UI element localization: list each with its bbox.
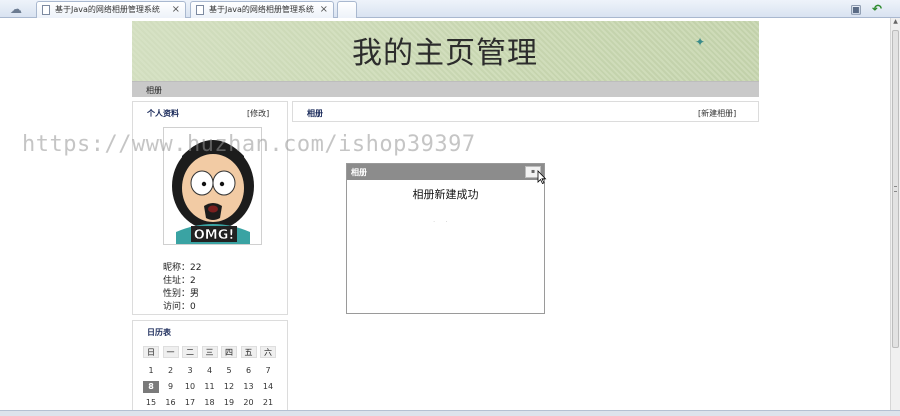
dialog-title: 相册 [351,168,367,177]
butterfly-icon: ✦ [695,35,706,49]
calendar-day[interactable]: 13 [241,381,257,393]
back-arrow-icon[interactable]: ↶ [870,2,884,16]
new-album-link[interactable]: [新建相册] [698,108,736,119]
document-icon [196,5,204,15]
scroll-up-icon[interactable]: ▲ [891,18,900,28]
gender-row: 性别：男 [163,286,199,299]
broken-image-icon: ▪ [530,168,536,175]
dialog-title-bar: 相册 ▪ [347,164,544,180]
home-icon[interactable]: ☁ [8,2,24,16]
vertical-scrollbar[interactable]: ▲ [890,18,900,410]
calendar-day[interactable]: 2 [163,365,179,377]
calendar-day[interactable]: 20 [241,397,257,409]
close-tab-icon[interactable]: × [320,2,328,18]
calendar-weekday: 一 [162,346,179,358]
calendar-weekday: 三 [201,346,218,358]
calendar-day[interactable]: 9 [163,381,179,393]
calendar-day[interactable]: 7 [260,365,276,377]
page-banner: 我的主页管理 ✦ [132,21,759,81]
edit-profile-link[interactable]: [修改] [247,108,269,119]
calendar-weekday: 日 [143,346,159,358]
calendar-weekday: 五 [240,346,257,358]
calendar-day[interactable]: 17 [182,397,198,409]
browser-tab-2[interactable]: 基于Java的网络相册管理系统 × [190,1,334,18]
calendar-day[interactable]: 14 [260,381,276,393]
gender-value: 男 [190,289,200,299]
close-tab-icon[interactable]: × [172,2,180,18]
calendar-day[interactable]: 16 [163,397,179,409]
browser-tab-1-label: 基于Java的网络相册管理系统 [55,5,160,14]
avatar-caption: OMG! [194,228,235,243]
calendar-day[interactable]: 15 [143,397,159,409]
calendar-day[interactable]: 12 [221,381,237,393]
breadcrumb: 相册 [132,81,759,97]
page-title: 我的主页管理 [352,36,538,71]
calendar-day[interactable]: 6 [241,365,257,377]
calendar-day[interactable]: 11 [202,381,218,393]
new-tab-button[interactable] [337,1,357,18]
calendar-day-today[interactable]: 8 [143,381,159,393]
browser-tab-bar: ☁ 基于Java的网络相册管理系统 × 基于Java的网络相册管理系统 × ▣ … [0,0,900,18]
calendar-weekday: 四 [221,346,237,358]
breadcrumb-album[interactable]: 相册 [146,85,162,96]
nickname-row: 昵称：22 [163,263,202,273]
mouse-cursor-icon [537,170,547,184]
browser-tab-2-label: 基于Java的网络相册管理系统 [209,5,314,14]
calendar-title: 日历表 [147,328,171,337]
address-row: 住址：2 [163,276,196,286]
profile-title: 个人资料 [147,109,179,118]
album-success-dialog: 相册 ▪ 相册新建成功 ·· [346,163,545,314]
visits-value: 0 [190,302,196,312]
browser-tab-1[interactable]: 基于Java的网络相册管理系统 × [36,1,186,18]
album-title: 相册 [307,109,323,118]
calendar-day[interactable]: 18 [202,397,218,409]
browser-status-bar [0,410,900,416]
calendar-day[interactable]: 21 [260,397,276,409]
visits-row: 访问：0 [163,302,196,312]
calendar-day[interactable]: 10 [182,381,198,393]
calendar-day[interactable]: 3 [182,365,198,377]
loading-dots: ·· [433,218,458,226]
calendar-day[interactable]: 19 [221,397,237,409]
calendar-day[interactable]: 1 [143,365,159,377]
save-page-icon[interactable]: ▣ [849,2,863,16]
nickname-value: 22 [190,263,202,273]
album-panel: 相册 [新建相册] [292,101,759,122]
dialog-message: 相册新建成功 [412,188,479,201]
calendar-panel: 日历表 日一二三四五六 1 2 3 4 5 6 7 8 9 10 11 12 13 14 15 16 17 18 19… [132,320,288,412]
watermark-text: https://www.huzhan.com/ishop39397 [22,132,476,157]
document-icon [42,5,50,15]
calendar-weekday: 二 [182,346,198,358]
address-value: 2 [190,276,196,286]
calendar-day[interactable]: 5 [221,365,237,377]
scroll-thumb[interactable] [892,30,899,348]
calendar-weekday: 六 [260,346,276,358]
calendar-day[interactable]: 4 [202,365,218,377]
